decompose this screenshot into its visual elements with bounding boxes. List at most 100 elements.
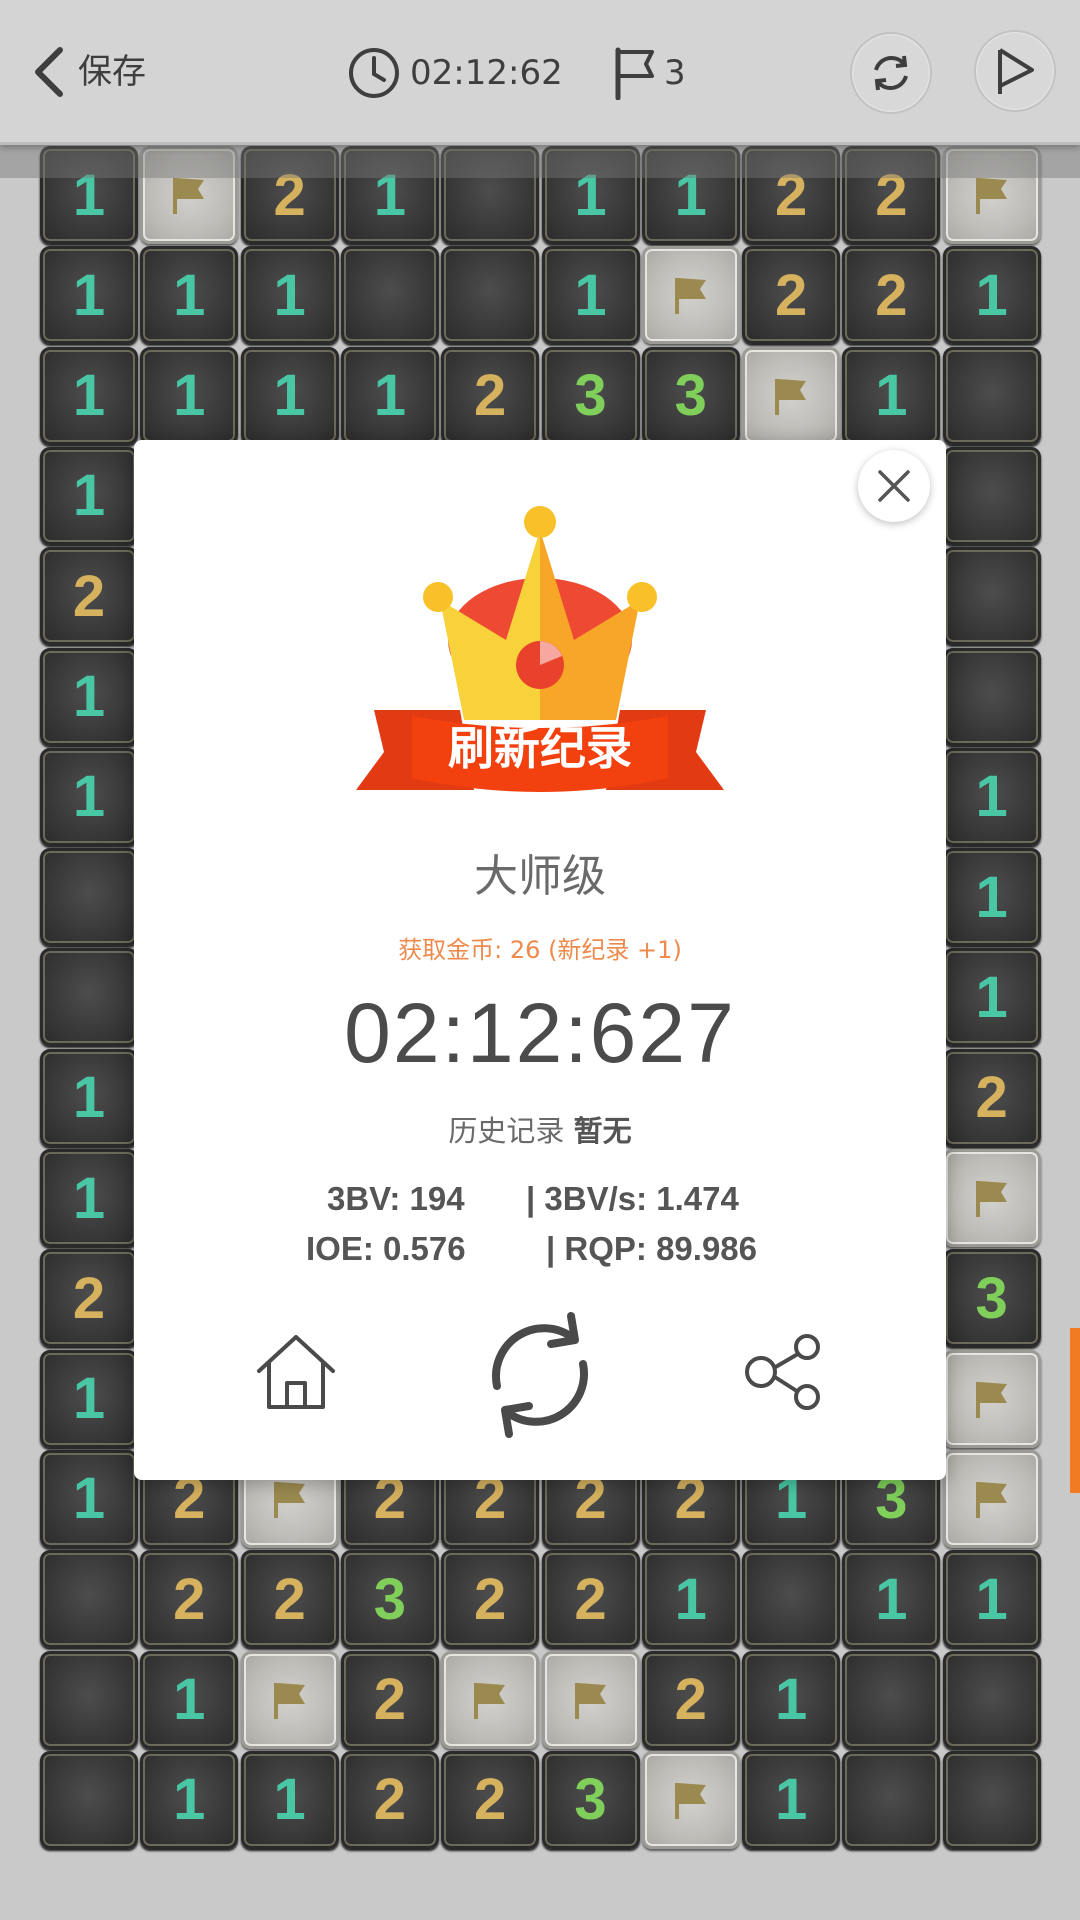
stat-3bv-per-s: | 3BV/s: 1.474 bbox=[526, 1180, 739, 1217]
number-cell[interactable]: 1 bbox=[541, 246, 640, 345]
empty-cell[interactable] bbox=[40, 848, 138, 947]
back-button[interactable]: 保存 bbox=[30, 44, 160, 100]
empty-cell[interactable] bbox=[742, 1550, 841, 1649]
number-cell[interactable]: 3 bbox=[340, 1550, 439, 1649]
flagged-cell[interactable] bbox=[441, 1650, 540, 1749]
number-cell[interactable]: 2 bbox=[441, 1750, 540, 1849]
empty-cell[interactable] bbox=[942, 446, 1041, 545]
cell-number: 2 bbox=[373, 1767, 407, 1833]
number-cell[interactable]: 2 bbox=[742, 246, 841, 345]
number-cell[interactable]: 1 bbox=[942, 246, 1041, 345]
number-cell[interactable]: 2 bbox=[641, 1650, 740, 1749]
flagged-cell[interactable] bbox=[742, 346, 841, 445]
empty-cell[interactable] bbox=[942, 647, 1041, 746]
cell-number: 1 bbox=[875, 1566, 908, 1632]
cell-number: 1 bbox=[72, 1065, 106, 1131]
empty-cell[interactable] bbox=[40, 948, 138, 1047]
empty-cell[interactable] bbox=[842, 1650, 941, 1749]
flagged-cell[interactable] bbox=[942, 1149, 1041, 1247]
empty-cell[interactable] bbox=[441, 246, 540, 345]
cell-number: 1 bbox=[674, 1566, 707, 1632]
cell-number: 1 bbox=[173, 363, 206, 429]
empty-cell[interactable] bbox=[942, 1750, 1041, 1849]
cell-number: 2 bbox=[574, 1566, 607, 1632]
scroll-indicator[interactable] bbox=[1070, 1328, 1080, 1493]
number-cell[interactable]: 1 bbox=[742, 1650, 841, 1749]
share-button[interactable] bbox=[732, 1320, 836, 1424]
flag-icon bbox=[474, 1682, 506, 1719]
flagged-cell[interactable] bbox=[641, 246, 740, 345]
number-cell[interactable]: 2 bbox=[40, 547, 138, 646]
flagged-cell[interactable] bbox=[641, 1750, 740, 1849]
number-cell[interactable]: 2 bbox=[942, 1048, 1041, 1147]
cell-number: 1 bbox=[273, 363, 306, 429]
empty-cell[interactable] bbox=[942, 346, 1041, 445]
home-icon bbox=[257, 1335, 335, 1409]
empty-cell[interactable] bbox=[40, 1550, 138, 1649]
number-cell[interactable]: 2 bbox=[340, 1650, 439, 1749]
number-cell[interactable]: 1 bbox=[240, 346, 339, 445]
play-button[interactable] bbox=[974, 30, 1056, 112]
number-cell[interactable]: 1 bbox=[942, 848, 1041, 947]
empty-cell[interactable] bbox=[340, 246, 439, 345]
number-cell[interactable]: 1 bbox=[40, 747, 138, 846]
number-cell[interactable]: 3 bbox=[641, 346, 740, 445]
cell-number: 1 bbox=[72, 262, 106, 328]
empty-cell[interactable] bbox=[942, 1650, 1041, 1749]
cell-number: 1 bbox=[173, 1767, 206, 1833]
number-cell[interactable]: 1 bbox=[240, 246, 339, 345]
number-cell[interactable]: 3 bbox=[942, 1249, 1041, 1348]
cell-number: 3 bbox=[574, 1767, 607, 1833]
empty-cell[interactable] bbox=[842, 1750, 941, 1849]
flagged-cell[interactable] bbox=[240, 1650, 339, 1749]
number-cell[interactable]: 1 bbox=[340, 346, 439, 445]
flagged-cell[interactable] bbox=[942, 1449, 1041, 1548]
number-cell[interactable]: 1 bbox=[240, 1750, 339, 1849]
number-cell[interactable]: 1 bbox=[40, 1149, 138, 1247]
flagged-cell[interactable] bbox=[541, 1650, 640, 1749]
number-cell[interactable]: 1 bbox=[140, 346, 239, 445]
number-cell[interactable]: 1 bbox=[742, 1750, 841, 1849]
number-cell[interactable]: 3 bbox=[541, 346, 640, 445]
number-cell[interactable]: 2 bbox=[240, 1550, 339, 1649]
number-cell[interactable]: 1 bbox=[140, 1650, 239, 1749]
result-dialog: 刷新纪录 大师级 获取金币: 26 (新纪录 +1) 02:12:627 历史记… bbox=[134, 440, 946, 1480]
number-cell[interactable]: 1 bbox=[40, 346, 138, 445]
number-cell[interactable]: 1 bbox=[641, 1550, 740, 1649]
empty-cell[interactable] bbox=[40, 1750, 138, 1849]
empty-cell[interactable] bbox=[942, 547, 1041, 646]
flag-icon bbox=[273, 1682, 305, 1719]
number-cell[interactable]: 1 bbox=[942, 948, 1041, 1047]
restart-button[interactable] bbox=[474, 1300, 606, 1450]
number-cell[interactable]: 3 bbox=[541, 1750, 640, 1849]
number-cell[interactable]: 1 bbox=[140, 1750, 239, 1849]
number-cell[interactable]: 2 bbox=[441, 1550, 540, 1649]
number-cell[interactable]: 1 bbox=[40, 1048, 138, 1147]
home-button[interactable] bbox=[244, 1320, 348, 1424]
flag-icon bbox=[975, 1381, 1007, 1418]
number-cell[interactable]: 1 bbox=[842, 1550, 941, 1649]
empty-cell[interactable] bbox=[40, 1650, 138, 1749]
number-cell[interactable]: 1 bbox=[140, 246, 239, 345]
number-cell[interactable]: 1 bbox=[40, 246, 138, 345]
number-cell[interactable]: 1 bbox=[40, 1349, 138, 1448]
cell-number: 2 bbox=[774, 262, 808, 328]
refresh-button[interactable] bbox=[850, 32, 932, 114]
number-cell[interactable]: 1 bbox=[942, 1550, 1041, 1649]
number-cell[interactable]: 2 bbox=[441, 346, 540, 445]
number-cell[interactable]: 2 bbox=[541, 1550, 640, 1649]
number-cell[interactable]: 1 bbox=[40, 1449, 138, 1548]
number-cell[interactable]: 2 bbox=[842, 246, 941, 345]
number-cell[interactable]: 2 bbox=[40, 1249, 138, 1348]
number-cell[interactable]: 1 bbox=[40, 647, 138, 746]
number-cell[interactable]: 1 bbox=[942, 747, 1041, 846]
cell-number: 2 bbox=[373, 1667, 407, 1732]
clock-icon bbox=[349, 48, 399, 98]
top-bar: 保存 02:12:62 3 bbox=[0, 0, 1080, 145]
number-cell[interactable]: 2 bbox=[140, 1550, 239, 1649]
number-cell[interactable]: 1 bbox=[842, 346, 941, 445]
number-cell[interactable]: 1 bbox=[40, 446, 138, 545]
number-cell[interactable]: 2 bbox=[340, 1750, 439, 1849]
stat-3bv: 3BV: 194 bbox=[327, 1180, 465, 1217]
flagged-cell[interactable] bbox=[942, 1349, 1041, 1448]
